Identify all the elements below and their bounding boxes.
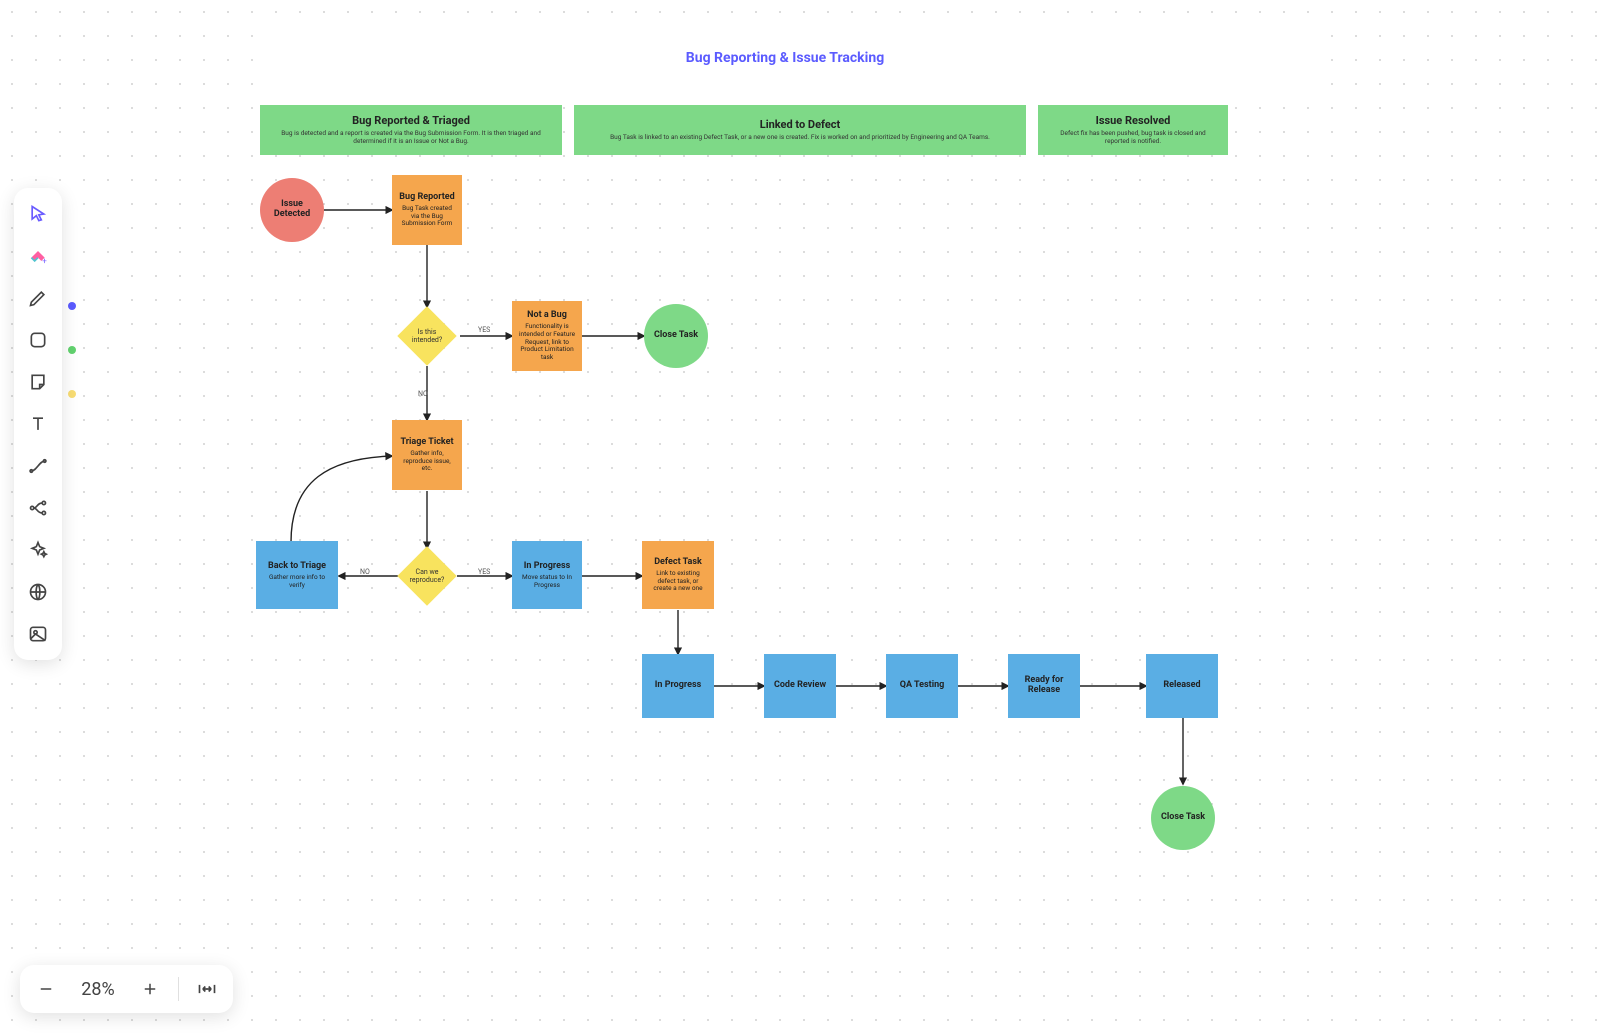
- zoom-in-button[interactable]: [138, 977, 162, 1001]
- zoom-control: 28%: [20, 965, 233, 1013]
- svg-text:+: +: [42, 257, 47, 267]
- node-title: Is this intended?: [406, 315, 448, 357]
- node-not-a-bug[interactable]: Not a Bug Functionality is intended or F…: [512, 301, 582, 371]
- web-embed-tool[interactable]: [20, 574, 56, 610]
- clickup-tool[interactable]: +: [20, 238, 56, 274]
- lane-issue-resolved[interactable]: Issue Resolved Defect fix has been pushe…: [1038, 105, 1228, 155]
- node-title: Ready for Release: [1014, 675, 1074, 695]
- node-in-progress-1[interactable]: In Progress Move status to In Progress: [512, 541, 582, 609]
- text-tool[interactable]: [20, 406, 56, 442]
- node-sub: Gather info, reproduce issue, etc.: [398, 450, 456, 473]
- node-close-task-1[interactable]: Close Task: [644, 304, 708, 368]
- node-title: Code Review: [774, 680, 826, 690]
- node-sub: Move status to In Progress: [518, 574, 576, 590]
- node-qa-testing[interactable]: QA Testing: [886, 654, 958, 718]
- node-sub: Bug Task created via the Bug Submission …: [398, 205, 456, 228]
- lane-sub: Bug is detected and a report is created …: [270, 130, 552, 146]
- zoom-value[interactable]: 28%: [74, 979, 122, 1000]
- node-title: Released: [1163, 680, 1200, 690]
- select-tool[interactable]: [20, 196, 56, 232]
- node-close-task-2[interactable]: Close Task: [1151, 786, 1215, 850]
- node-is-intended[interactable]: Is this intended?: [406, 315, 448, 357]
- zoom-out-button[interactable]: [34, 977, 58, 1001]
- node-title: Bug Reported: [399, 192, 454, 202]
- diagram-title[interactable]: Bug Reporting & Issue Tracking: [260, 24, 1310, 92]
- edge-no-2: NO: [360, 568, 370, 576]
- left-toolbar: +: [14, 188, 62, 660]
- node-back-to-triage[interactable]: Back to Triage Gather more info to verif…: [256, 541, 338, 609]
- node-released[interactable]: Released: [1146, 654, 1218, 718]
- sticky-note-tool[interactable]: [20, 364, 56, 400]
- whiteboard-canvas[interactable]: Bug Reporting & Issue Tracking Bug Repor…: [0, 0, 1600, 1033]
- node-title: Triage Ticket: [400, 437, 453, 447]
- node-bug-reported[interactable]: Bug Reported Bug Task created via the Bu…: [392, 175, 462, 245]
- image-tool[interactable]: [20, 616, 56, 652]
- node-title: Back to Triage: [268, 561, 326, 571]
- node-title: Issue Detected: [266, 199, 318, 219]
- edge-no-1: NO: [418, 390, 428, 398]
- edge-yes-1: YES: [478, 326, 490, 334]
- node-sub: Gather more info to verify: [262, 574, 332, 590]
- node-sub: Functionality is intended or Feature Req…: [518, 323, 576, 362]
- node-code-review[interactable]: Code Review: [764, 654, 836, 718]
- node-in-progress-2[interactable]: In Progress: [642, 654, 714, 718]
- node-title: Close Task: [1161, 812, 1205, 822]
- mindmap-tool[interactable]: [20, 490, 56, 526]
- diagram-title-text: Bug Reporting & Issue Tracking: [686, 50, 884, 66]
- node-title: Can we reproduce?: [406, 555, 448, 597]
- zoom-fit-button[interactable]: [195, 977, 219, 1001]
- node-issue-detected[interactable]: Issue Detected: [260, 178, 324, 242]
- node-sub: Link to existing defect task, or create …: [648, 570, 708, 593]
- shape-tool[interactable]: [20, 322, 56, 358]
- zoom-divider: [178, 977, 179, 1001]
- connector-tool[interactable]: [20, 448, 56, 484]
- node-title: QA Testing: [900, 680, 945, 690]
- pen-tool[interactable]: [20, 280, 56, 316]
- lane-sub: Bug Task is linked to an existing Defect…: [584, 134, 1016, 142]
- lane-bug-reported[interactable]: Bug Reported & Triaged Bug is detected a…: [260, 105, 562, 155]
- node-triage-ticket[interactable]: Triage Ticket Gather info, reproduce iss…: [392, 420, 462, 490]
- node-title: Not a Bug: [527, 310, 567, 320]
- edge-yes-2: YES: [478, 568, 490, 576]
- ai-tool[interactable]: [20, 532, 56, 568]
- lane-title: Linked to Defect: [584, 118, 1016, 131]
- lane-title: Bug Reported & Triaged: [270, 114, 552, 127]
- node-title: Close Task: [654, 330, 698, 340]
- lane-sub: Defect fix has been pushed, bug task is …: [1048, 130, 1218, 146]
- node-title: In Progress: [655, 680, 701, 690]
- node-ready-release[interactable]: Ready for Release: [1008, 654, 1080, 718]
- node-defect-task[interactable]: Defect Task Link to existing defect task…: [642, 541, 714, 609]
- node-title: Defect Task: [654, 557, 702, 567]
- node-title: In Progress: [524, 561, 570, 571]
- lane-linked-defect[interactable]: Linked to Defect Bug Task is linked to a…: [574, 105, 1026, 155]
- lane-title: Issue Resolved: [1048, 114, 1218, 127]
- node-can-reproduce[interactable]: Can we reproduce?: [406, 555, 448, 597]
